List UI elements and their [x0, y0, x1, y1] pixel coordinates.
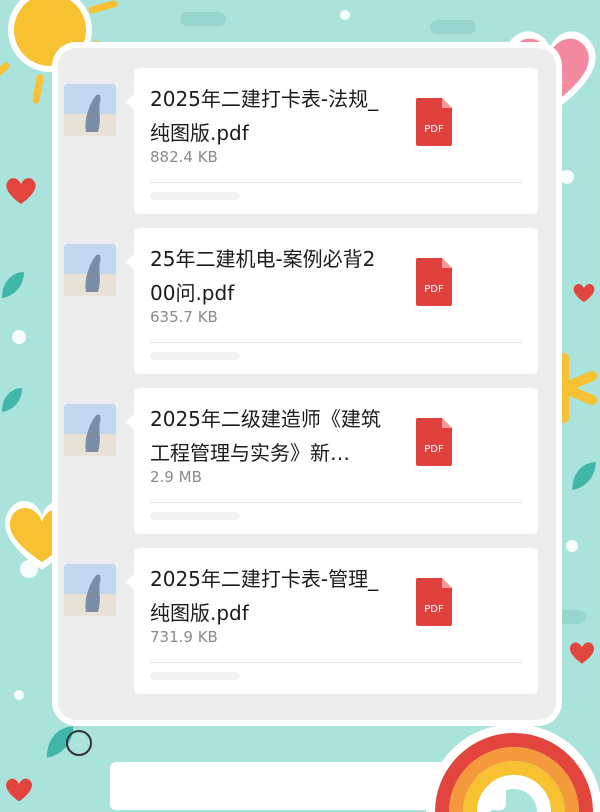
source-label: [150, 192, 240, 200]
file-message-bubble[interactable]: 2025年二建打卡表-管理_纯图版.pdf 731.9 KB PDF: [126, 548, 538, 694]
svg-text:✦: ✦: [556, 78, 564, 89]
avatar[interactable]: [64, 564, 116, 616]
avatar-image-icon: [64, 564, 116, 616]
pdf-icon-label: PDF: [424, 444, 444, 455]
message-row: 2025年二建打卡表-法规_纯图版.pdf 882.4 KB PDF: [64, 68, 544, 214]
file-size: 635.7 KB: [150, 308, 218, 326]
avatar-image-icon: [64, 404, 116, 456]
message-row: 2025年二级建造师《建筑工程管理与实务》新… 2.9 MB PDF: [64, 388, 544, 534]
source-label: [150, 672, 240, 680]
divider: [150, 662, 522, 663]
leaf-icon: [1, 388, 23, 412]
avatar-image-icon: [64, 244, 116, 296]
file-name: 2025年二建打卡表-管理_纯图版.pdf: [150, 567, 379, 625]
message-row: 2025年二建打卡表-管理_纯图版.pdf 731.9 KB PDF: [64, 548, 544, 694]
heart-icon: [6, 178, 36, 204]
divider: [150, 182, 522, 183]
heart-icon: [569, 642, 595, 664]
pdf-file-icon: PDF: [416, 578, 452, 626]
pdf-file-icon: PDF: [416, 98, 452, 146]
divider: [150, 342, 522, 343]
leaf-icon: [2, 272, 24, 298]
file-message-bubble[interactable]: 2025年二级建造师《建筑工程管理与实务》新… 2.9 MB PDF: [126, 388, 538, 534]
heart-icon: [6, 778, 32, 802]
source-label: [150, 512, 240, 520]
message-row: 25年二建机电-案例必背200问.pdf 635.7 KB PDF: [64, 228, 544, 374]
pdf-icon-label: PDF: [424, 604, 444, 615]
avatar-image-icon: [64, 84, 116, 136]
file-name: 2025年二建打卡表-法规_纯图版.pdf: [150, 87, 379, 145]
file-name: 2025年二级建造师《建筑工程管理与实务》新…: [150, 407, 381, 465]
divider: [150, 502, 522, 503]
file-size: 731.9 KB: [150, 628, 218, 646]
file-message-bubble[interactable]: 25年二建机电-案例必背200问.pdf 635.7 KB PDF: [126, 228, 538, 374]
avatar[interactable]: [64, 404, 116, 456]
pdf-icon-label: PDF: [424, 284, 444, 295]
rainbow-sticker-icon: [426, 724, 600, 812]
source-label: [150, 352, 240, 360]
file-message-bubble[interactable]: 2025年二建打卡表-法规_纯图版.pdf 882.4 KB PDF: [126, 68, 538, 214]
voice-input-icon[interactable]: [66, 730, 92, 756]
pdf-file-icon: PDF: [416, 258, 452, 306]
pdf-file-icon: PDF: [416, 418, 452, 466]
file-size: 2.9 MB: [150, 468, 202, 486]
file-size: 882.4 KB: [150, 148, 218, 166]
heart-icon: [573, 283, 595, 303]
chat-panel: 2025年二建打卡表-法规_纯图版.pdf 882.4 KB PDF 25年二建…: [58, 48, 556, 810]
avatar[interactable]: [64, 244, 116, 296]
avatar[interactable]: [64, 84, 116, 136]
leaf-icon: [572, 462, 596, 490]
file-name: 25年二建机电-案例必背200问.pdf: [150, 247, 376, 305]
pdf-icon-label: PDF: [424, 124, 444, 135]
